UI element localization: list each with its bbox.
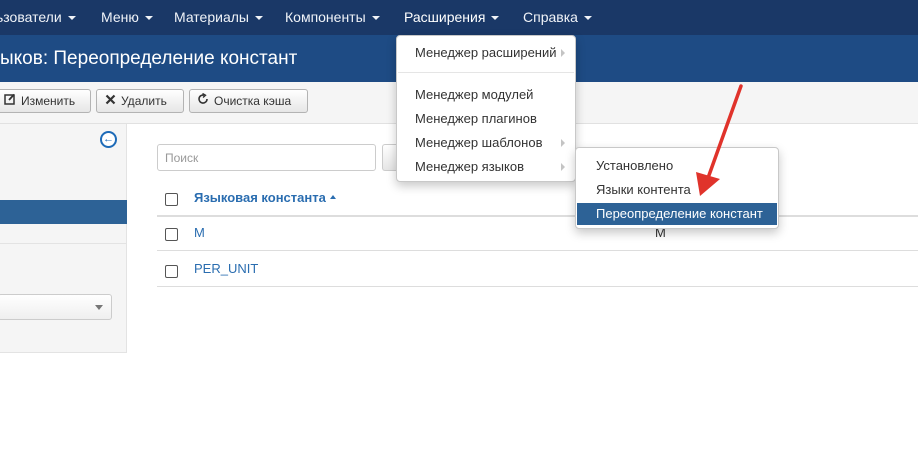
chevron-down-icon xyxy=(254,16,263,21)
submenu-item-overrides[interactable]: Переопределение констант xyxy=(596,206,763,221)
chevron-right-icon xyxy=(561,163,565,171)
chevron-down-icon xyxy=(67,16,76,21)
nav-help-label: Справка xyxy=(523,9,578,25)
extensions-dropdown-menu: Менеджер расширений Менеджер модулей Мен… xyxy=(396,35,576,182)
refresh-icon xyxy=(196,90,210,112)
clear-cache-button-label: Очистка кэша xyxy=(214,94,292,108)
nav-content[interactable]: Материалы xyxy=(174,0,263,35)
sidebar-item-active[interactable] xyxy=(0,200,127,224)
edit-button[interactable]: Изменить xyxy=(0,89,91,113)
chevron-right-icon xyxy=(561,139,565,147)
search-input[interactable] xyxy=(157,144,376,171)
languages-submenu: Установлено Языки контента Переопределен… xyxy=(575,147,779,229)
menu-item-template-manager[interactable]: Менеджер шаблонов xyxy=(415,135,542,150)
nav-components[interactable]: Компоненты xyxy=(285,0,380,35)
chevron-down-icon xyxy=(95,305,103,310)
submenu-item-installed[interactable]: Установлено xyxy=(596,158,673,173)
table-row-constant-link[interactable]: PER_UNIT xyxy=(194,261,258,276)
delete-button[interactable]: Удалить xyxy=(96,89,184,113)
sort-ascending-icon xyxy=(329,195,336,200)
nav-components-label: Компоненты xyxy=(285,9,366,25)
row-checkbox[interactable] xyxy=(165,228,178,241)
column-header-constant-label: Языковая константа xyxy=(194,190,326,205)
arrow-circle-left-icon[interactable]: ← xyxy=(100,131,117,148)
delete-button-label: Удалить xyxy=(121,94,167,108)
menu-item-language-manager[interactable]: Менеджер языков xyxy=(415,159,524,174)
chevron-right-icon xyxy=(561,49,565,57)
sidebar-filter-select[interactable] xyxy=(0,294,112,320)
edit-icon xyxy=(3,90,17,112)
menu-divider xyxy=(398,72,574,73)
menu-item-module-manager[interactable]: Менеджер модулей xyxy=(415,87,533,102)
row-checkbox[interactable] xyxy=(165,265,178,278)
nav-help[interactable]: Справка xyxy=(523,0,592,35)
table-row-divider xyxy=(157,286,918,287)
page-title: ыков: Переопределение констант xyxy=(0,48,298,69)
edit-button-label: Изменить xyxy=(21,94,76,108)
table-row-divider xyxy=(157,250,918,251)
sidebar-divider xyxy=(0,243,127,244)
table-row-constant-link[interactable]: M xyxy=(194,225,205,240)
nav-users-label: ьзователи xyxy=(0,9,62,25)
select-all-checkbox[interactable] xyxy=(165,193,178,206)
chevron-down-icon xyxy=(583,16,592,21)
menu-item-plugin-manager[interactable]: Менеджер плагинов xyxy=(415,111,537,126)
nav-extensions[interactable]: Расширения xyxy=(404,0,500,35)
nav-content-label: Материалы xyxy=(174,9,249,25)
nav-extensions-label: Расширения xyxy=(404,9,486,25)
clear-cache-button[interactable]: Очистка кэша xyxy=(189,89,308,113)
column-header-constant[interactable]: Языковая константа xyxy=(194,190,336,205)
chevron-down-icon xyxy=(491,16,500,21)
submenu-item-content-languages[interactable]: Языки контента xyxy=(596,182,691,197)
nav-menu[interactable]: Меню xyxy=(101,0,153,35)
chevron-down-icon xyxy=(144,16,153,21)
nav-menu-label: Меню xyxy=(101,9,139,25)
nav-users[interactable]: ьзователи xyxy=(0,0,76,35)
close-icon xyxy=(103,90,117,112)
menu-item-extension-manager[interactable]: Менеджер расширений xyxy=(415,45,557,60)
chevron-down-icon xyxy=(371,16,380,21)
table-header-divider xyxy=(157,215,918,217)
